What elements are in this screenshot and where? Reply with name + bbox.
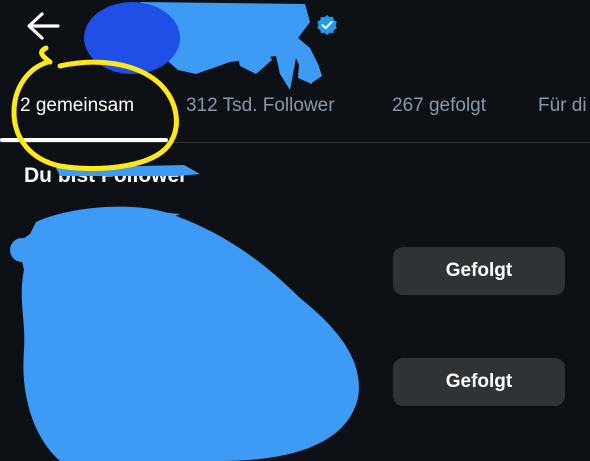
tab-mutual[interactable]: 2 gemeinsam bbox=[20, 78, 134, 142]
back-button[interactable] bbox=[22, 8, 66, 48]
following-button-2[interactable]: Gefolgt bbox=[393, 358, 565, 406]
follow-tabs: 2 gemeinsam 312 Tsd. Follower 267 gefolg… bbox=[0, 78, 590, 143]
tab-following[interactable]: 267 gefolgt bbox=[392, 78, 486, 142]
verified-badge-icon bbox=[317, 15, 337, 35]
user-list-redaction bbox=[10, 206, 359, 461]
verified-badge bbox=[316, 14, 338, 36]
profile-header bbox=[0, 0, 590, 80]
section-title: Du bist Follower bbox=[24, 164, 188, 187]
arrow-left-icon bbox=[27, 12, 60, 40]
tab-followers[interactable]: 312 Tsd. Follower bbox=[186, 78, 335, 142]
active-tab-indicator bbox=[0, 138, 168, 142]
following-button-1[interactable]: Gefolgt bbox=[393, 247, 565, 295]
tab-for-you[interactable]: Für di bbox=[538, 78, 587, 142]
